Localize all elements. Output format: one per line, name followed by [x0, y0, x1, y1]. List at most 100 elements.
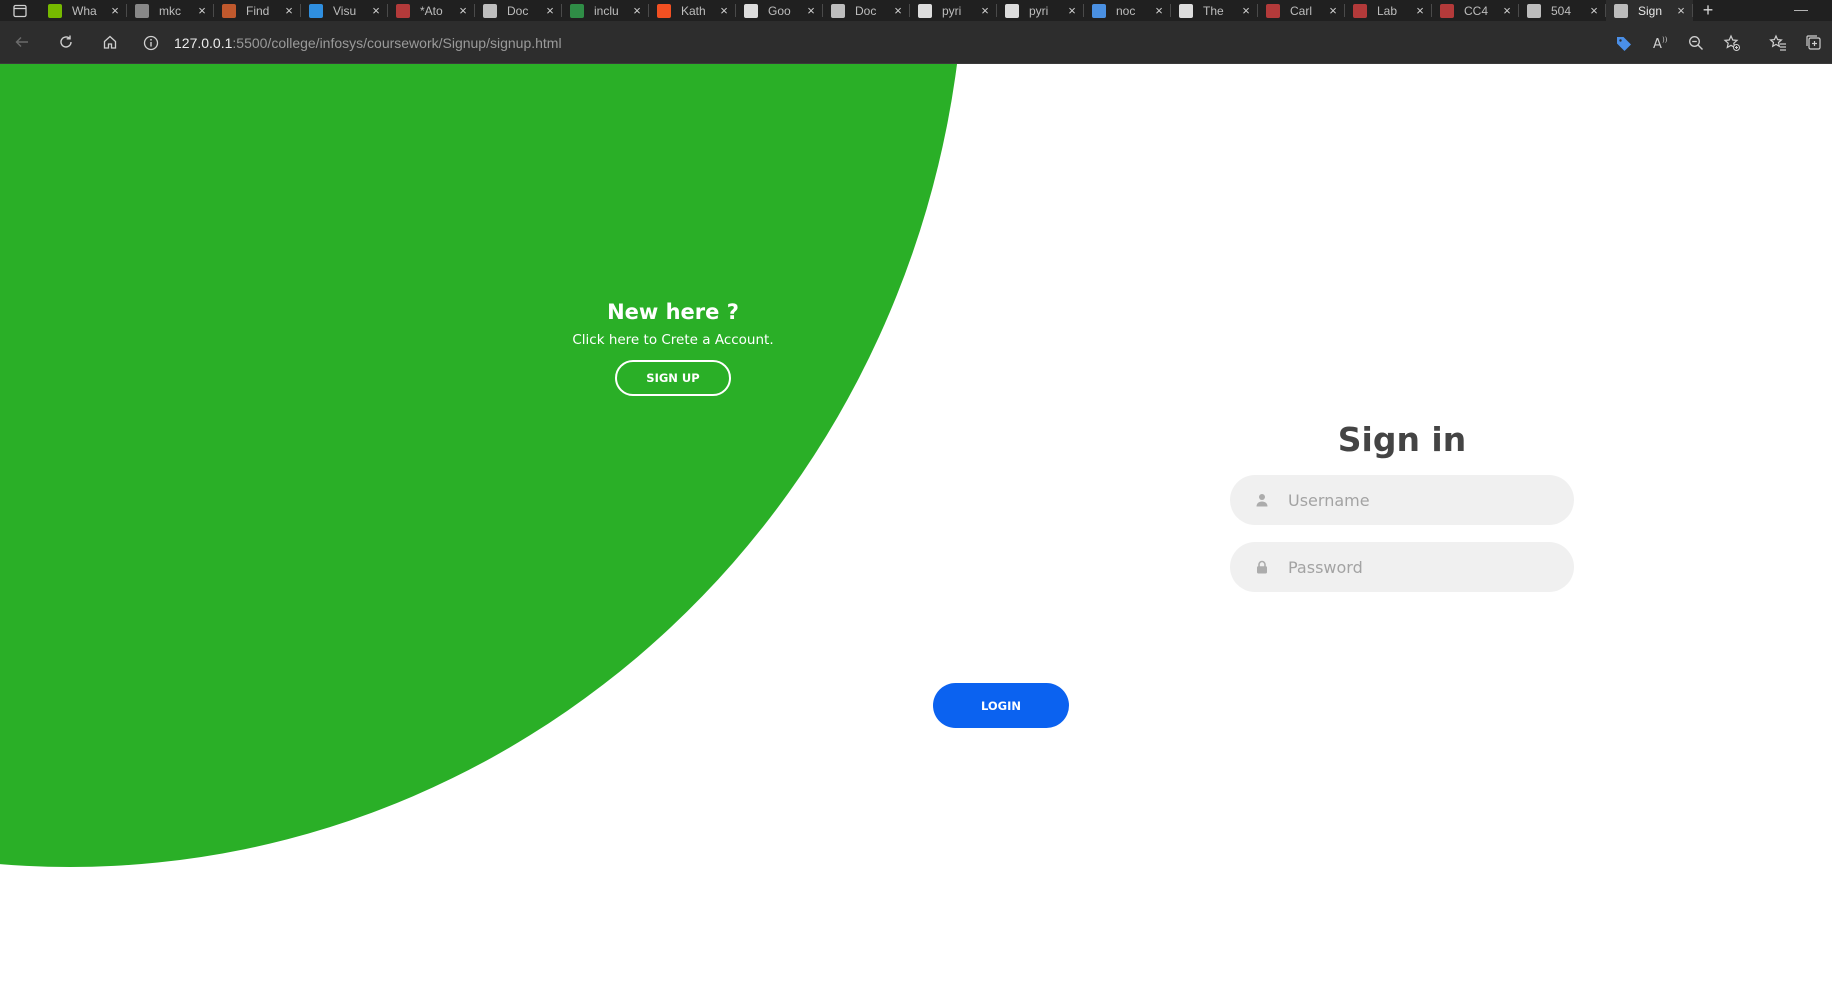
tab-title: Carl: [1290, 3, 1313, 18]
reload-button[interactable]: [44, 21, 88, 64]
tab-title: pyri: [1029, 3, 1049, 18]
signup-button[interactable]: SIGN UP: [615, 360, 731, 396]
green-background-shape: [0, 64, 965, 867]
tab-title: Lab: [1377, 3, 1398, 18]
new-here-heading: New here ?: [607, 300, 739, 324]
browser-tab[interactable]: Lab ×: [1345, 0, 1432, 21]
close-tab-icon[interactable]: ×: [457, 3, 469, 18]
tab-strip: Wha × mkc × Find × Visu × *Ato × Doc × inclu × Kath × Go…: [0, 0, 1832, 21]
page-icon: [1527, 3, 1541, 18]
tab-title: Visu: [333, 3, 357, 18]
tab-actions-button[interactable]: [0, 0, 40, 21]
close-tab-icon[interactable]: ×: [370, 3, 382, 18]
a-icon: [1179, 3, 1193, 18]
password-input[interactable]: [1288, 557, 1558, 577]
tab-title: Sign: [1638, 3, 1663, 18]
close-tab-icon[interactable]: ×: [1414, 3, 1426, 18]
svg-text:)): )): [1662, 36, 1668, 44]
favorites-icon[interactable]: [1760, 21, 1796, 64]
gfg-icon: [570, 3, 584, 18]
browser-tab[interactable]: CC4 ×: [1432, 0, 1519, 21]
shopping-tag-icon[interactable]: [1606, 21, 1642, 64]
url-host: 127.0.0.1: [174, 34, 233, 51]
browser-tab[interactable]: Carl ×: [1258, 0, 1345, 21]
signup-panel: New here ? Click here to Crete a Account…: [540, 300, 806, 396]
close-tab-icon[interactable]: ×: [1501, 3, 1513, 18]
browser-tab[interactable]: Find ×: [214, 0, 301, 21]
close-tab-icon[interactable]: ×: [718, 3, 730, 18]
close-tab-icon[interactable]: ×: [979, 3, 991, 18]
github-icon: [1005, 3, 1019, 18]
tab-title: 504: [1551, 3, 1572, 18]
browser-tab[interactable]: Wha ×: [40, 0, 127, 21]
browser-tab[interactable]: 504 ×: [1519, 0, 1606, 21]
tab-title: CC4: [1464, 3, 1489, 18]
signup-prompt-text: Click here to Crete a Account.: [572, 332, 774, 348]
close-tab-icon[interactable]: ×: [1240, 3, 1252, 18]
site-info-icon[interactable]: [142, 34, 160, 52]
new-tab-button[interactable]: +: [1693, 0, 1723, 21]
close-tab-icon[interactable]: ×: [892, 3, 904, 18]
url-text: 127.0.0.1:5500/college/infosys/coursewor…: [174, 35, 562, 51]
back-button[interactable]: [0, 21, 44, 64]
read-aloud-icon[interactable]: A)): [1642, 21, 1678, 64]
close-tab-icon[interactable]: ×: [1153, 3, 1165, 18]
github-icon: [918, 3, 932, 18]
collections-icon[interactable]: [1796, 21, 1832, 64]
close-tab-icon[interactable]: ×: [1675, 3, 1687, 18]
tab-title: inclu: [594, 3, 619, 18]
svg-text:A: A: [1653, 37, 1662, 52]
close-tab-icon[interactable]: ×: [805, 3, 817, 18]
tab-list: Wha × mkc × Find × Visu × *Ato × Doc × inclu × Kath × Go…: [40, 0, 1693, 21]
tab-title: Goo: [768, 3, 791, 18]
page-icon: [483, 3, 497, 18]
tab-title: pyri: [942, 3, 962, 18]
signin-title: Sign in: [1337, 420, 1467, 459]
pdf-icon: [1440, 3, 1454, 18]
browser-tab[interactable]: pyri ×: [910, 0, 997, 21]
home-icon: [103, 35, 117, 49]
browser-tab[interactable]: The ×: [1171, 0, 1258, 21]
browser-toolbar: 127.0.0.1:5500/college/infosys/coursewor…: [0, 21, 1832, 64]
browser-tab[interactable]: Goo ×: [736, 0, 823, 21]
close-tab-icon[interactable]: ×: [1588, 3, 1600, 18]
browser-tab[interactable]: Kath ×: [649, 0, 736, 21]
home-button[interactable]: [88, 21, 132, 64]
tab-title: Doc: [855, 3, 877, 18]
close-tab-icon[interactable]: ×: [109, 3, 121, 18]
browser-tab[interactable]: pyri ×: [997, 0, 1084, 21]
close-tab-icon[interactable]: ×: [631, 3, 643, 18]
browser-tab[interactable]: Doc ×: [475, 0, 562, 21]
pdf-icon: [1353, 3, 1367, 18]
user-icon: [1254, 492, 1270, 508]
close-tab-icon[interactable]: ×: [544, 3, 556, 18]
url-path: :5500/college/infosys/coursework/Signup/…: [232, 34, 562, 51]
browser-tab[interactable]: inclu ×: [562, 0, 649, 21]
browser-tab[interactable]: mkc ×: [127, 0, 214, 21]
browser-tab[interactable]: Doc ×: [823, 0, 910, 21]
close-tab-icon[interactable]: ×: [1327, 3, 1339, 18]
password-field: [1230, 542, 1574, 592]
close-tab-icon[interactable]: ×: [283, 3, 295, 18]
tab-title: The: [1203, 3, 1224, 18]
username-field: [1230, 475, 1574, 525]
tab-title: noc: [1116, 3, 1136, 18]
minimize-button[interactable]: —: [1794, 0, 1808, 18]
browser-tab[interactable]: *Ato ×: [388, 0, 475, 21]
close-tab-icon[interactable]: ×: [196, 3, 208, 18]
tab-title: *Ato: [420, 3, 443, 18]
reload-icon: [60, 35, 72, 48]
browser-tab[interactable]: Visu ×: [301, 0, 388, 21]
add-favorite-icon[interactable]: [1714, 21, 1750, 64]
tab-title: Wha: [72, 3, 97, 18]
zoom-out-icon[interactable]: [1678, 21, 1714, 64]
username-input[interactable]: [1288, 490, 1558, 510]
tab-title: Kath: [681, 3, 706, 18]
address-bar[interactable]: 127.0.0.1:5500/college/infosys/coursewor…: [142, 27, 1572, 58]
close-tab-icon[interactable]: ×: [1066, 3, 1078, 18]
browser-tab[interactable]: Sign ×: [1606, 0, 1693, 21]
browser-tab[interactable]: noc ×: [1084, 0, 1171, 21]
pdf-icon: [1266, 3, 1280, 18]
toolbar-actions: A)): [1606, 21, 1832, 64]
login-button[interactable]: LOGIN: [933, 683, 1069, 728]
